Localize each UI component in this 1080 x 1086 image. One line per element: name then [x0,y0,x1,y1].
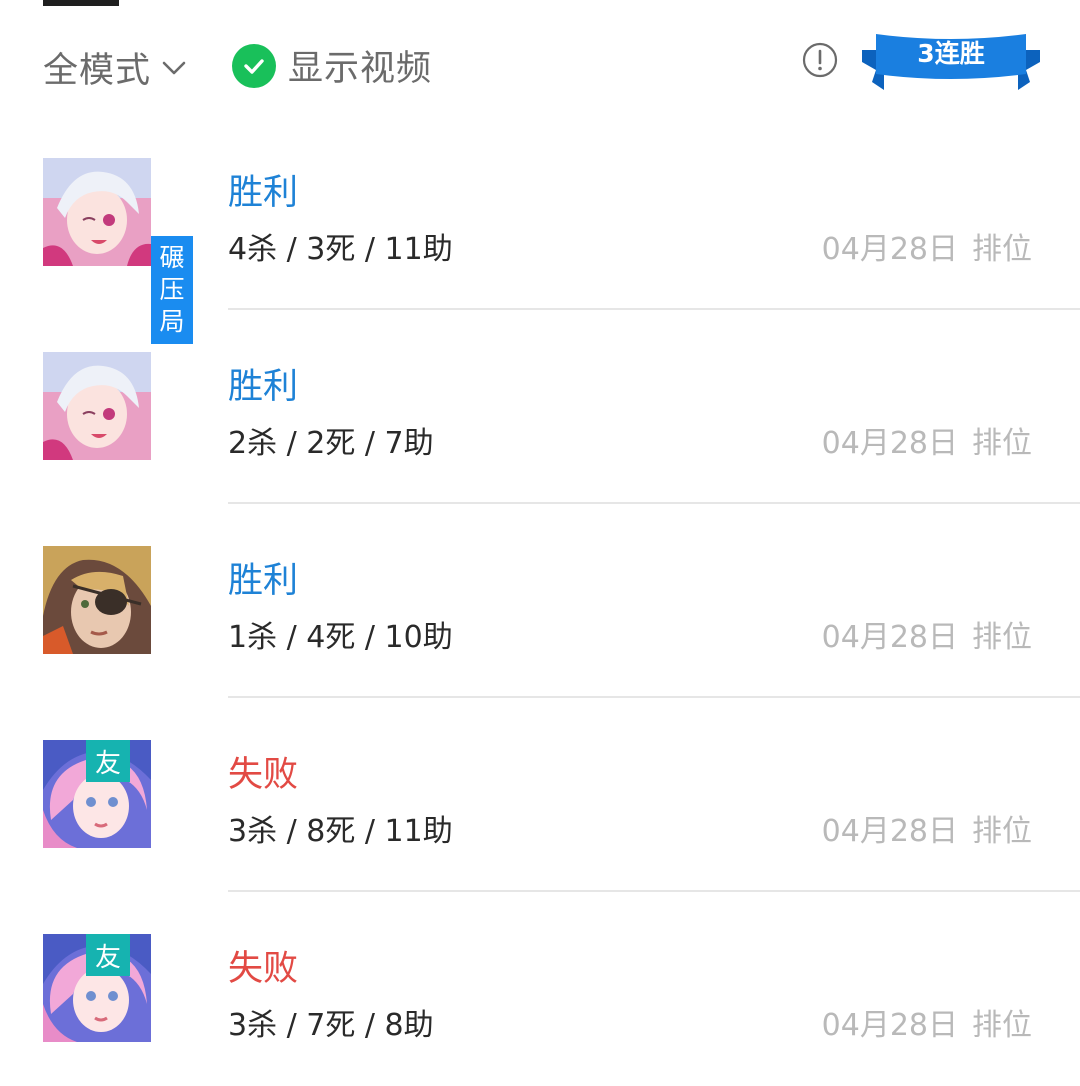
match-kda: 2杀 / 2死 / 7助 [228,426,434,461]
match-result: 胜利 [228,561,299,601]
match-row[interactable]: 友 失败 3杀 / 7死 / 8助 04月28日 排位 [0,892,1080,1086]
mode-dropdown-label: 全模式 [43,51,152,91]
crush-game-badge-char: 碾 [159,243,185,272]
chevron-down-icon [162,61,186,74]
match-date: 04月28日 [821,232,958,267]
match-result: 胜利 [228,367,299,407]
match-type: 排位 [972,620,1032,655]
match-kda: 3杀 / 8死 / 11助 [228,814,453,849]
active-tab-indicator [43,0,119,6]
match-meta: 04月28日 排位 [822,806,1032,850]
match-type: 排位 [972,426,1032,461]
filter-bar: 全模式 显示视频 3连胜 [0,20,1080,110]
white-hair-hero-avatar [43,158,151,266]
crush-game-badge-char: 压 [159,275,185,304]
match-type: 排位 [972,814,1032,849]
crush-game-badge-char: 局 [159,307,185,336]
match-type: 排位 [972,232,1032,267]
match-row[interactable]: 胜利 1杀 / 4死 / 10助 04月28日 排位 [0,504,1080,698]
win-streak-badge: 3连胜 [862,30,1040,96]
match-date: 04月28日 [821,1008,958,1043]
show-video-label: 显示视频 [288,49,433,89]
match-meta: 04月28日 排位 [822,224,1032,268]
pink-hair-hero-avatar: 友 [43,934,151,1042]
match-date: 04月28日 [821,426,958,461]
match-kda: 1杀 / 4死 / 10助 [228,620,453,655]
show-video-toggle[interactable]: 显示视频 [232,40,432,91]
white-hair-hero-avatar [43,352,151,460]
match-result: 失败 [228,755,299,795]
match-date: 04月28日 [821,620,958,655]
info-icon[interactable] [802,42,838,78]
eyepatch-hero-avatar [43,546,151,654]
match-kda: 3杀 / 7死 / 8助 [228,1008,434,1043]
match-row[interactable]: 友 失败 3杀 / 8死 / 11助 04月28日 排位 [0,698,1080,892]
pink-hair-hero-avatar: 友 [43,740,151,848]
match-meta: 04月28日 排位 [822,418,1032,462]
crush-game-badge: 碾 压 局 [151,236,193,344]
friend-tag: 友 [86,740,130,782]
match-result: 胜利 [228,173,299,213]
match-meta: 04月28日 排位 [822,1000,1032,1044]
match-meta: 04月28日 排位 [822,612,1032,656]
check-circle-icon [232,43,276,88]
match-kda: 4杀 / 3死 / 11助 [228,232,453,267]
match-date: 04月28日 [821,814,958,849]
match-type: 排位 [972,1008,1032,1043]
win-streak-label: 3连胜 [917,39,985,68]
mode-dropdown[interactable]: 全模式 [43,42,187,93]
friend-tag: 友 [86,934,130,976]
match-result: 失败 [228,949,299,989]
